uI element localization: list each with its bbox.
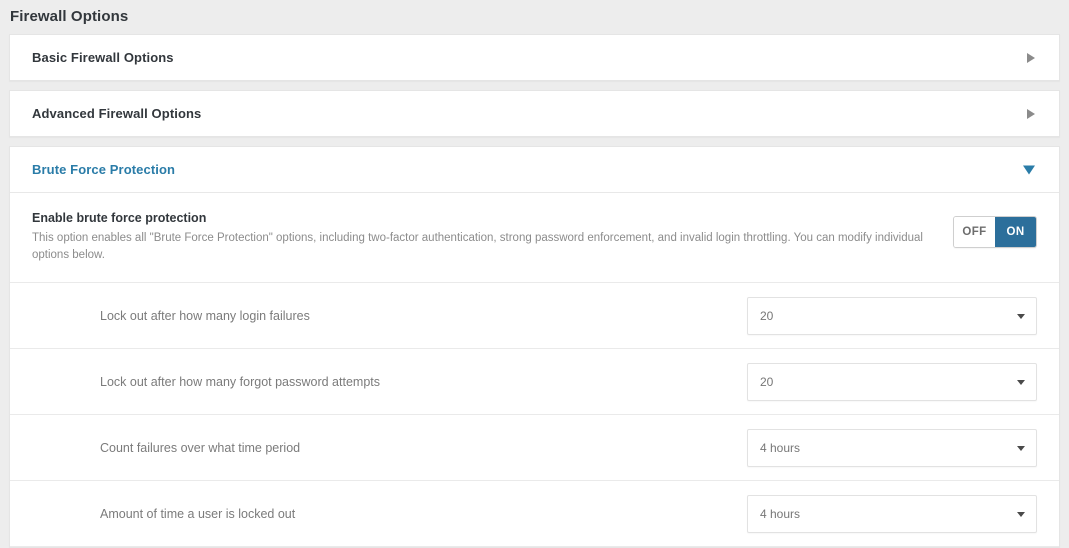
select-login-failures[interactable]: 20 xyxy=(747,296,1037,335)
panel-title-advanced-firewall-options: Advanced Firewall Options xyxy=(32,106,202,121)
panel-basic-firewall-options: Basic Firewall Options xyxy=(9,34,1060,81)
chevron-down-icon[interactable] xyxy=(1017,313,1025,319)
option-row-lockout-duration: Amount of time a user is locked out 4 ho… xyxy=(10,481,1059,547)
panel-advanced-firewall-options: Advanced Firewall Options xyxy=(9,90,1060,137)
firewall-options-page: Firewall Options Basic Firewall Options … xyxy=(0,0,1069,548)
select-forgot-password-attempts[interactable]: 20 xyxy=(747,362,1037,401)
select-failure-time-period[interactable]: 4 hours xyxy=(747,428,1037,467)
caret-down-icon[interactable] xyxy=(1023,165,1035,174)
option-control-lockout-duration: 4 hours xyxy=(747,494,1037,533)
toggle-option-on[interactable]: ON xyxy=(995,217,1036,247)
select-value-failure-time-period: 4 hours xyxy=(760,440,801,455)
chevron-down-icon[interactable] xyxy=(1017,445,1025,451)
toggle-option-off[interactable]: OFF xyxy=(954,217,995,247)
option-control-login-failures: 20 xyxy=(747,296,1037,335)
option-row-login-failures: Lock out after how many login failures 2… xyxy=(10,283,1059,349)
option-control-forgot-password-attempts: 20 xyxy=(747,362,1037,401)
option-row-failure-time-period: Count failures over what time period 4 h… xyxy=(10,415,1059,481)
panel-header-advanced-firewall-options[interactable]: Advanced Firewall Options xyxy=(10,91,1059,136)
option-label-login-failures: Lock out after how many login failures xyxy=(100,308,310,323)
enable-brute-force-protection-label: Enable brute force protection xyxy=(32,211,207,225)
select-value-login-failures: 20 xyxy=(760,308,774,323)
panel-title-brute-force-protection: Brute Force Protection xyxy=(32,162,176,177)
option-control-failure-time-period: 4 hours xyxy=(747,428,1037,467)
option-label-lockout-duration: Amount of time a user is locked out xyxy=(100,506,296,521)
panel-header-brute-force-protection[interactable]: Brute Force Protection xyxy=(10,147,1059,192)
chevron-down-icon[interactable] xyxy=(1017,379,1025,385)
brute-force-protection-toggle[interactable]: OFF ON xyxy=(953,216,1037,248)
select-value-forgot-password-attempts: 20 xyxy=(760,374,774,389)
page-title: Firewall Options xyxy=(10,8,129,25)
select-lockout-duration[interactable]: 4 hours xyxy=(747,494,1037,533)
brute-force-settings-body: Enable brute force protection This optio… xyxy=(10,192,1059,547)
caret-right-icon[interactable] xyxy=(1027,52,1035,63)
option-label-forgot-password-attempts: Lock out after how many forgot password … xyxy=(100,374,380,389)
enable-brute-force-protection-description: This option enables all "Brute Force Pro… xyxy=(32,232,923,261)
chevron-down-icon[interactable] xyxy=(1017,511,1025,517)
panel-header-basic-firewall-options[interactable]: Basic Firewall Options xyxy=(10,35,1059,80)
select-value-lockout-duration: 4 hours xyxy=(760,506,801,521)
caret-right-icon[interactable] xyxy=(1027,108,1035,119)
option-row-forgot-password-attempts: Lock out after how many forgot password … xyxy=(10,349,1059,415)
option-label-failure-time-period: Count failures over what time period xyxy=(100,440,301,455)
enable-brute-force-protection-row: Enable brute force protection This optio… xyxy=(10,193,1059,283)
enable-brute-force-protection-text: Enable brute force protection This optio… xyxy=(32,209,953,264)
panel-title-basic-firewall-options: Basic Firewall Options xyxy=(32,50,174,65)
panel-brute-force-protection: Brute Force Protection Enable brute forc… xyxy=(9,146,1060,548)
